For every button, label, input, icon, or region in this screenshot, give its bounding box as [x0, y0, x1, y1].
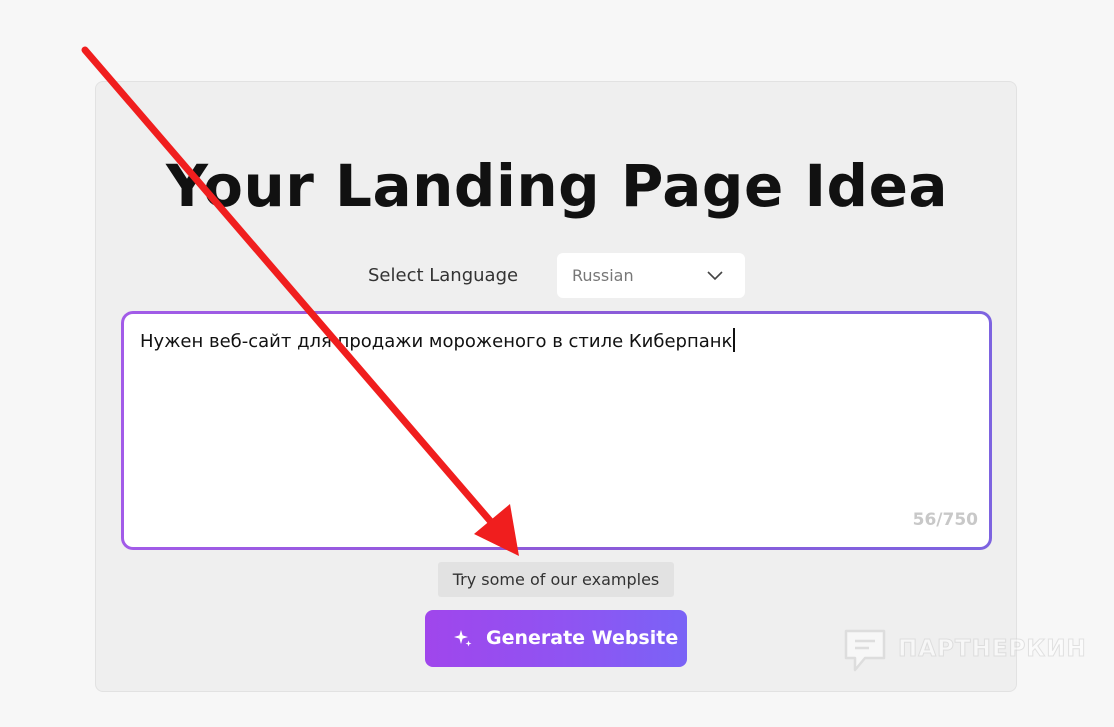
chat-logo-icon	[844, 629, 886, 672]
sparkle-icon	[454, 630, 472, 647]
text-caret	[733, 328, 736, 352]
language-select-value: Russian	[572, 266, 634, 285]
idea-textarea[interactable]: Нужен веб-сайт для продажи мороженого в …	[124, 314, 989, 547]
idea-text: Нужен веб-сайт для продажи мороженого в …	[140, 331, 733, 352]
generate-website-label: Generate Website	[486, 627, 679, 649]
idea-textarea-border: Нужен веб-сайт для продажи мороженого в …	[121, 311, 992, 550]
watermark: ПАРТНЕРКИН	[843, 628, 1086, 676]
generate-website-button[interactable]: Generate Website	[425, 610, 687, 667]
character-counter: 56/750	[912, 510, 978, 530]
try-examples-button[interactable]: Try some of our examples	[438, 562, 674, 597]
language-label: Select Language	[368, 265, 519, 286]
chevron-down-icon	[707, 271, 723, 281]
page: Your Landing Page Idea Select Language R…	[0, 0, 1114, 727]
watermark-text: ПАРТНЕРКИН	[898, 636, 1087, 663]
language-select[interactable]: Russian	[557, 253, 745, 298]
page-title: Your Landing Page Idea	[165, 152, 949, 220]
